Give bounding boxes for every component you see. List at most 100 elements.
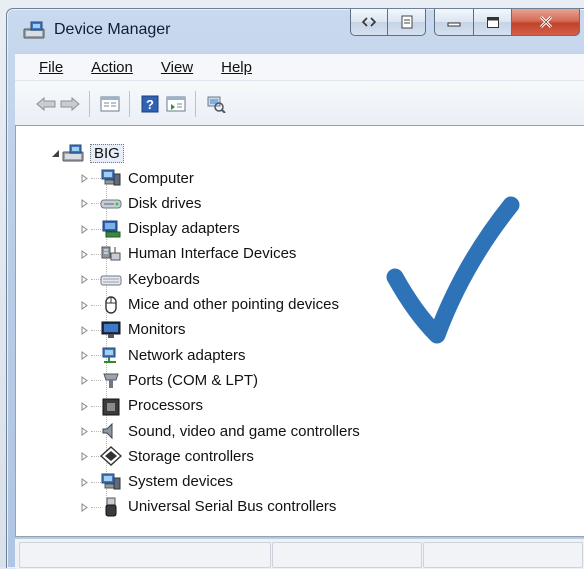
status-segment	[423, 542, 583, 568]
menu-file-label: File	[39, 58, 64, 76]
window-code-button[interactable]	[350, 9, 388, 36]
document-icon	[401, 15, 412, 29]
properties-button[interactable]	[99, 94, 121, 114]
minimize-icon	[447, 22, 461, 27]
title-bar[interactable]: Device Manager	[7, 9, 584, 49]
svg-text:?: ?	[146, 97, 154, 112]
port-icon	[100, 370, 122, 390]
tree-item-monitors[interactable]: Monitors	[100, 318, 186, 342]
tree-item-label: Storage controllers	[128, 447, 254, 465]
expand-toggle[interactable]	[80, 351, 89, 361]
expand-toggle[interactable]	[80, 502, 89, 512]
tree-item-display-adapters[interactable]: Display adapters	[100, 217, 240, 241]
help-icon: ?	[141, 95, 159, 113]
tree-item-system-devices[interactable]: System devices	[100, 470, 233, 494]
tree-item-label: Universal Serial Bus controllers	[128, 498, 337, 516]
expand-arrow-icon	[81, 502, 88, 512]
minimize-button[interactable]	[434, 9, 474, 36]
system-device-icon	[100, 472, 122, 492]
checkmark-icon	[386, 196, 520, 344]
expand-arrow-icon	[81, 477, 88, 487]
back-arrow-icon	[36, 97, 56, 111]
tree-item-disk-drives[interactable]: Disk drives	[100, 191, 201, 215]
tree-item-network-adapters[interactable]: Network adapters	[100, 343, 246, 367]
expand-arrow-icon	[81, 174, 88, 183]
device-manager-icon	[23, 21, 45, 39]
expand-arrow-icon	[81, 427, 88, 436]
help-button[interactable]: ?	[139, 94, 161, 114]
expand-toggle[interactable]	[80, 325, 89, 335]
disk-drive-icon	[100, 193, 122, 213]
window-share-button[interactable]	[388, 9, 426, 36]
tree-item-ports-com-lpt[interactable]: Ports (COM & LPT)	[100, 368, 258, 392]
menu-bar: File Action View Help	[15, 53, 584, 80]
collapse-toggle[interactable]	[51, 149, 60, 158]
toolbar-separator	[195, 91, 196, 117]
tree-item-storage-controllers[interactable]: Storage controllers	[100, 444, 254, 468]
forward-button[interactable]	[59, 94, 81, 114]
scan-hardware-icon	[207, 96, 226, 113]
toolbar-separator	[129, 91, 130, 117]
forward-arrow-icon	[60, 97, 80, 111]
menu-view[interactable]: View	[159, 59, 195, 76]
expand-toggle[interactable]	[80, 249, 89, 259]
expand-toggle[interactable]	[80, 199, 89, 209]
maximize-icon	[486, 16, 499, 28]
tree-item-label: Disk drives	[128, 194, 202, 212]
tree-item-keyboards[interactable]: Keyboards	[100, 267, 200, 291]
scan-hardware-button[interactable]	[205, 94, 227, 114]
expand-toggle[interactable]	[80, 401, 89, 411]
hid-icon	[100, 244, 122, 264]
expand-arrow-icon	[81, 376, 88, 386]
keyboard-icon	[100, 269, 122, 289]
expand-toggle[interactable]	[80, 452, 89, 462]
tree-item-label: Keyboards	[128, 270, 200, 288]
status-segment	[19, 542, 271, 568]
expand-arrow-icon	[81, 199, 88, 209]
tree-item-computer[interactable]: Computer	[100, 166, 194, 190]
maximize-button[interactable]	[474, 9, 512, 36]
tree-item-label: Ports (COM & LPT)	[128, 371, 259, 389]
mouse-icon	[100, 295, 122, 315]
update-driver-button[interactable]	[165, 94, 187, 114]
expand-toggle[interactable]	[80, 376, 89, 386]
menu-action[interactable]: Action	[89, 59, 135, 76]
window-title: Device Manager	[54, 21, 171, 38]
processor-icon	[100, 396, 122, 416]
menu-help[interactable]: Help	[219, 59, 254, 76]
expand-toggle[interactable]	[80, 300, 89, 310]
tree-item-mice-and-other-pointing-devices[interactable]: Mice and other pointing devices	[100, 293, 339, 317]
expand-toggle[interactable]	[80, 477, 89, 487]
tree-item-label: Sound, video and game controllers	[128, 422, 360, 440]
toolbar: ?	[15, 80, 584, 126]
computer-icon	[100, 168, 122, 188]
menu-file[interactable]: File	[37, 59, 65, 76]
expand-toggle[interactable]	[80, 224, 89, 234]
expand-arrow-icon	[81, 275, 88, 285]
expand-arrow-icon	[81, 224, 88, 234]
tree-item-processors[interactable]: Processors	[100, 394, 203, 418]
tree-root-node[interactable]: BIG	[62, 141, 124, 165]
tree-item-label: Computer	[128, 169, 194, 187]
tree-item-human-interface-devices[interactable]: Human Interface Devices	[100, 242, 296, 266]
status-bar	[15, 538, 584, 569]
collapse-arrow-icon	[52, 150, 59, 157]
tree-item-sound-video-and-game-controllers[interactable]: Sound, video and game controllers	[100, 419, 360, 443]
menu-help-label: Help	[221, 58, 252, 76]
expand-toggle[interactable]	[80, 427, 89, 436]
computer-root-icon	[62, 143, 84, 163]
display-adapter-icon	[100, 219, 122, 239]
tree-item-label: System devices	[128, 473, 234, 491]
close-icon	[539, 15, 552, 29]
expand-arrow-icon	[81, 300, 88, 310]
menu-action-label: Action	[91, 58, 133, 76]
expand-toggle[interactable]	[80, 174, 89, 183]
storage-controller-icon	[100, 446, 122, 467]
tree-item-universal-serial-bus-controllers[interactable]: Universal Serial Bus controllers	[100, 495, 336, 519]
network-adapter-icon	[100, 345, 122, 365]
expand-toggle[interactable]	[80, 275, 89, 285]
menu-view-label: View	[160, 58, 194, 76]
close-button[interactable]	[512, 9, 580, 36]
back-button[interactable]	[35, 94, 57, 114]
usb-icon	[100, 497, 122, 517]
